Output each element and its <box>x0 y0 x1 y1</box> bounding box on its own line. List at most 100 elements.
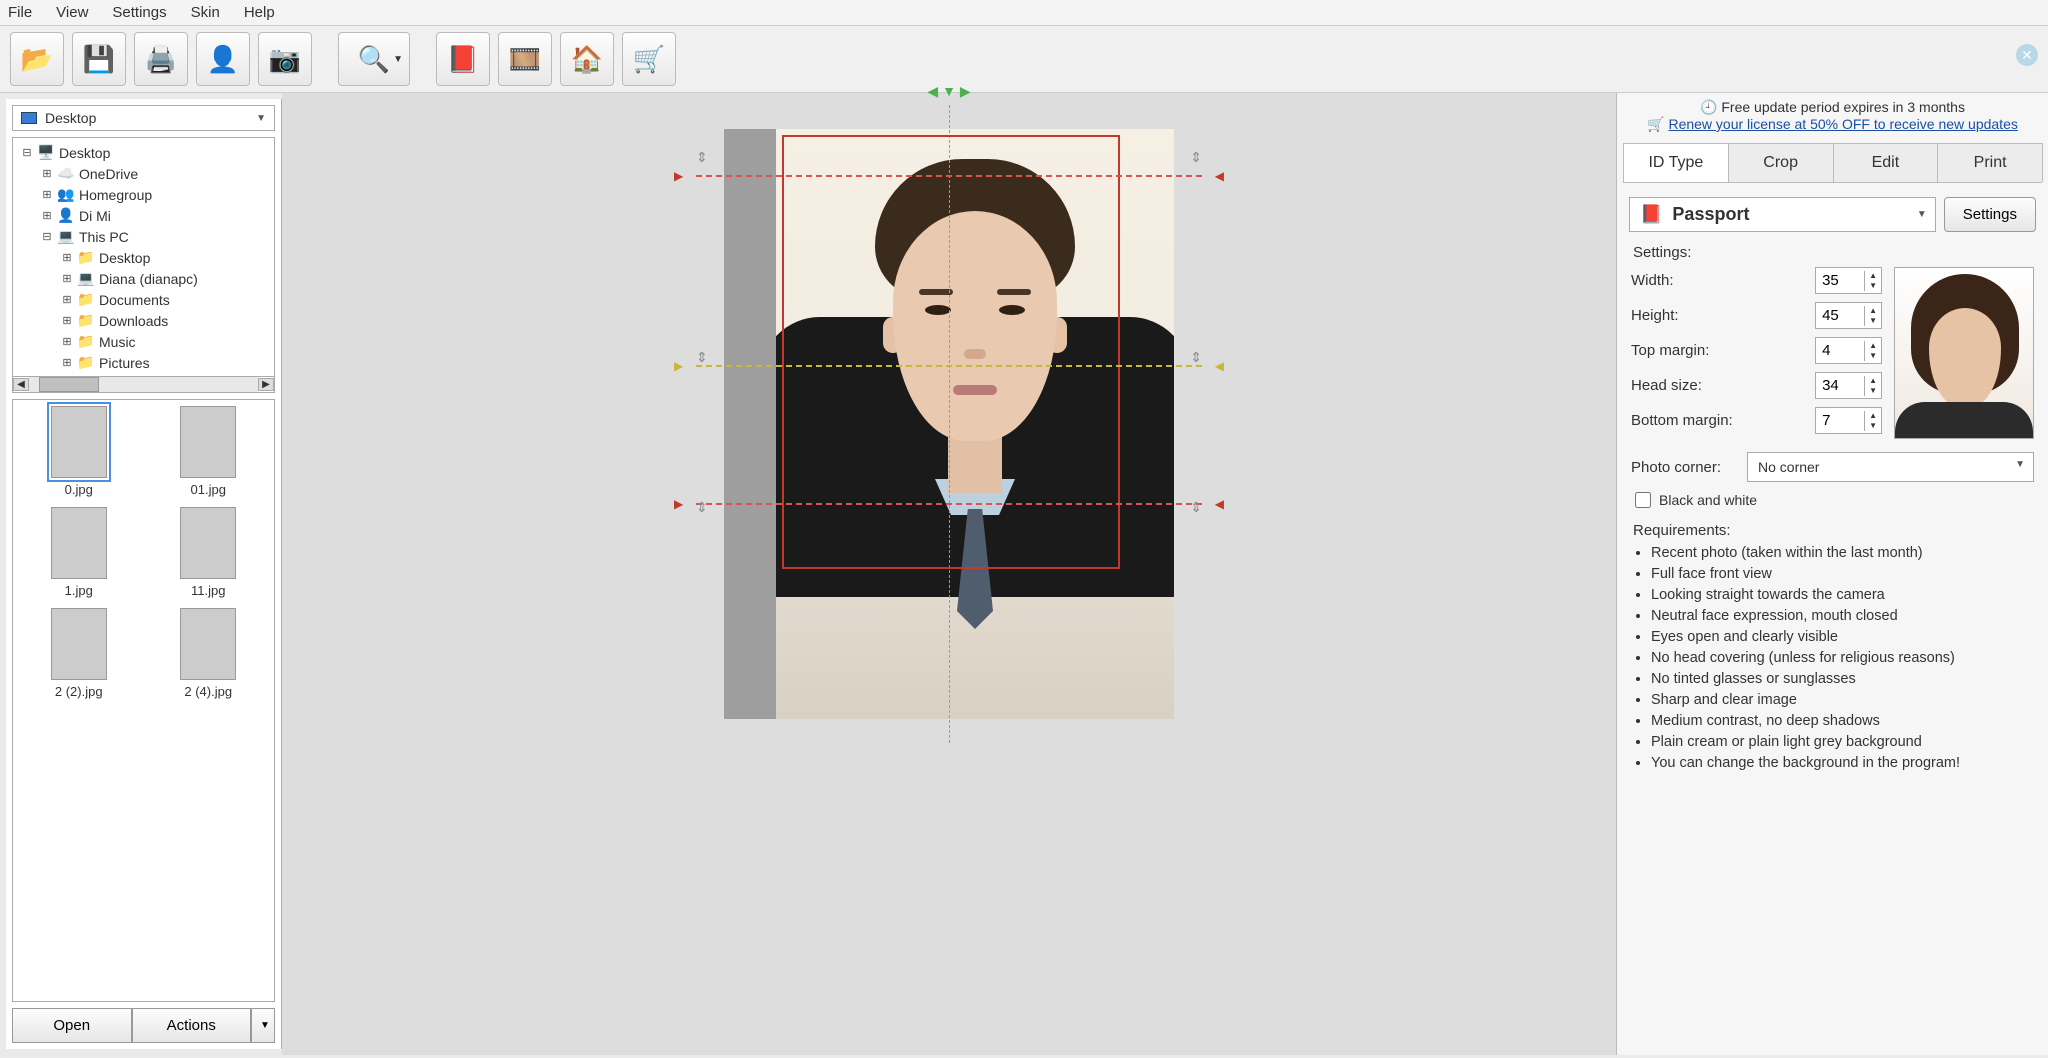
tree-toggle-icon[interactable]: ⊞ <box>41 167 53 180</box>
actions-dropdown-button[interactable]: ▼ <box>251 1008 275 1043</box>
spin-up-icon[interactable]: ▲ <box>1865 376 1881 386</box>
person-button[interactable]: 👤 <box>196 32 250 86</box>
input-head_size[interactable] <box>1816 373 1864 398</box>
tree-label: Music <box>99 334 136 350</box>
actions-button[interactable]: Actions <box>132 1008 252 1043</box>
tree-item[interactable]: ⊞📁Pictures <box>17 352 270 373</box>
right-low-grip-icon[interactable]: ⇕ <box>1190 499 1202 516</box>
open-folder-button[interactable]: 📂 <box>10 32 64 86</box>
tree-item[interactable]: ⊞☁️OneDrive <box>17 163 270 184</box>
eye-guide[interactable] <box>696 365 1202 367</box>
tree-horizontal-scrollbar[interactable]: ◀ ▶ <box>12 377 275 393</box>
photo-image[interactable] <box>776 129 1174 719</box>
print-button[interactable]: 🖨️ <box>134 32 188 86</box>
cart-button[interactable]: 🛒 <box>622 32 676 86</box>
close-notice-button[interactable]: ✕ <box>2016 44 2038 66</box>
menu-view[interactable]: View <box>56 4 88 21</box>
spin-up-icon[interactable]: ▲ <box>1865 306 1881 316</box>
tree-toggle-icon[interactable]: ⊟ <box>21 146 33 159</box>
input-top_margin[interactable] <box>1816 338 1864 363</box>
scrollbar-thumb[interactable] <box>39 377 99 392</box>
corner-select[interactable]: No corner <box>1747 452 2034 482</box>
tab-id-type[interactable]: ID Type <box>1623 143 1729 182</box>
tree-item[interactable]: ⊞👥Homegroup <box>17 184 270 205</box>
left-mid-grip-icon[interactable]: ⇕ <box>696 349 708 366</box>
menu-skin[interactable]: Skin <box>191 4 220 21</box>
spin-down-icon[interactable]: ▼ <box>1865 386 1881 396</box>
spin-up-icon[interactable]: ▲ <box>1865 411 1881 421</box>
settings-button[interactable]: Settings <box>1944 197 2036 232</box>
spinner-width[interactable]: ▲▼ <box>1815 267 1882 294</box>
thumbnail[interactable]: 11.jpg <box>149 507 269 598</box>
scroll-right-button[interactable]: ▶ <box>258 378 274 391</box>
bottom-buttons: Open Actions ▼ <box>12 1008 275 1043</box>
spin-down-icon[interactable]: ▼ <box>1865 351 1881 361</box>
input-height[interactable] <box>1816 303 1864 328</box>
thumbnail[interactable]: 2 (2).jpg <box>19 608 139 699</box>
home-button[interactable]: 🏠 <box>560 32 614 86</box>
thumbnail-image <box>51 608 107 680</box>
tab-edit[interactable]: Edit <box>1833 143 1939 182</box>
tab-crop[interactable]: Crop <box>1728 143 1834 182</box>
menu-help[interactable]: Help <box>244 4 275 21</box>
folder-tree[interactable]: ⊟🖥️Desktop⊞☁️OneDrive⊞👥Homegroup⊞👤Di Mi⊟… <box>12 137 275 377</box>
location-dropdown[interactable]: Desktop <box>12 105 275 131</box>
tree-item[interactable]: ⊞📁Music <box>17 331 270 352</box>
top-guide[interactable] <box>696 175 1202 177</box>
camera-button[interactable]: 📷 <box>258 32 312 86</box>
spin-up-icon[interactable]: ▲ <box>1865 341 1881 351</box>
tree-item[interactable]: ⊟🖥️Desktop <box>17 142 270 163</box>
top-marker-icon[interactable]: ◀ ▼ ▶ <box>927 83 970 100</box>
renew-link[interactable]: Renew your license at 50% OFF to receive… <box>1668 116 2017 132</box>
spinner-head_size[interactable]: ▲▼ <box>1815 372 1882 399</box>
tree-toggle-icon[interactable]: ⊞ <box>61 251 73 264</box>
tree-toggle-icon[interactable]: ⊞ <box>61 335 73 348</box>
field-label-width: Width: <box>1631 272 1674 289</box>
tree-item[interactable]: ⊞📁Desktop <box>17 247 270 268</box>
tree-item[interactable]: ⊞📁Downloads <box>17 310 270 331</box>
thumbnail[interactable]: 01.jpg <box>149 406 269 497</box>
tree-item[interactable]: ⊟💻This PC <box>17 226 270 247</box>
input-bottom_margin[interactable] <box>1816 408 1864 433</box>
thumbnail[interactable]: 2 (4).jpg <box>149 608 269 699</box>
tree-toggle-icon[interactable]: ⊞ <box>41 209 53 222</box>
left-grip-icon[interactable]: ⇕ <box>696 149 708 166</box>
right-mid-grip-icon[interactable]: ⇕ <box>1190 349 1202 366</box>
spinner-bottom_margin[interactable]: ▲▼ <box>1815 407 1882 434</box>
tree-toggle-icon[interactable]: ⊞ <box>41 188 53 201</box>
menu-file[interactable]: File <box>8 4 32 21</box>
input-width[interactable] <box>1816 268 1864 293</box>
tab-print[interactable]: Print <box>1937 143 2043 182</box>
reel-button[interactable]: 🎞️ <box>498 32 552 86</box>
menu-settings[interactable]: Settings <box>112 4 166 21</box>
left-low-grip-icon[interactable]: ⇕ <box>696 499 708 516</box>
open-button[interactable]: Open <box>12 1008 132 1043</box>
requirement-item: Eyes open and clearly visible <box>1651 627 2034 648</box>
thumbnail[interactable]: 0.jpg <box>19 406 139 497</box>
spin-down-icon[interactable]: ▼ <box>1865 281 1881 291</box>
right-grip-icon[interactable]: ⇕ <box>1190 149 1202 166</box>
save-button[interactable]: 💾 <box>72 32 126 86</box>
requirements-list: Recent photo (taken within the last mont… <box>1651 543 2034 774</box>
spinner-height[interactable]: ▲▼ <box>1815 302 1882 329</box>
spin-down-icon[interactable]: ▼ <box>1865 316 1881 326</box>
chin-guide[interactable] <box>696 503 1202 505</box>
zoom-button[interactable]: 🔍 <box>338 32 410 86</box>
spin-up-icon[interactable]: ▲ <box>1865 271 1881 281</box>
tree-toggle-icon[interactable]: ⊞ <box>61 293 73 306</box>
tree-item[interactable]: ⊞📁Documents <box>17 289 270 310</box>
help-button[interactable]: 📕 <box>436 32 490 86</box>
id-type-select[interactable]: 📕 Passport <box>1629 197 1936 232</box>
bw-checkbox[interactable] <box>1635 492 1651 508</box>
tree-item[interactable]: ⊞👤Di Mi <box>17 205 270 226</box>
thumbnail[interactable]: 1.jpg <box>19 507 139 598</box>
scroll-left-button[interactable]: ◀ <box>13 378 29 391</box>
folder-icon: 📁 <box>77 354 95 371</box>
spinner-top_margin[interactable]: ▲▼ <box>1815 337 1882 364</box>
tree-toggle-icon[interactable]: ⊞ <box>61 272 73 285</box>
tree-toggle-icon[interactable]: ⊞ <box>61 314 73 327</box>
tree-item[interactable]: ⊞💻Diana (dianapc) <box>17 268 270 289</box>
tree-toggle-icon[interactable]: ⊞ <box>61 356 73 369</box>
spin-down-icon[interactable]: ▼ <box>1865 421 1881 431</box>
tree-toggle-icon[interactable]: ⊟ <box>41 230 53 243</box>
